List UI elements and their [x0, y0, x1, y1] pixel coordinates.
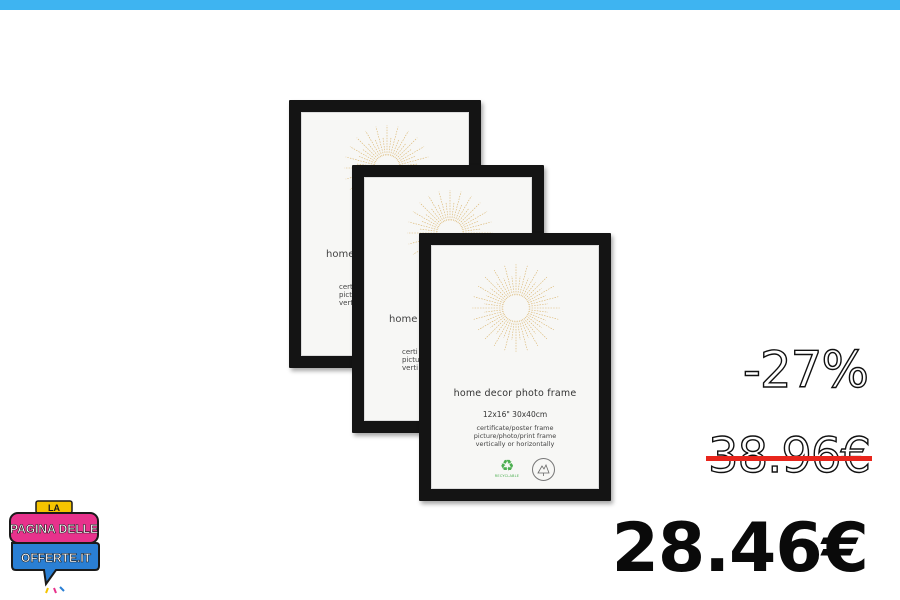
site-logo: LA PAGINA DELLE OFFERTE.IT — [9, 500, 100, 594]
frame-line: certi — [402, 348, 418, 356]
frame-mat: home decor photo frame 12x16" 30x40cm ce… — [431, 245, 599, 489]
logo-text-pagina-delle: PAGINA DELLE — [10, 522, 98, 536]
product-image: home certi pictu verti home d certi pict… — [280, 95, 620, 505]
eco-tree-icon — [532, 458, 555, 481]
recycle-label: RECYCLABLE — [494, 474, 520, 478]
frame-line: vertically or horizontally — [475, 440, 555, 448]
frame-line: picture/photo/print frame — [473, 432, 557, 440]
frame-line: certificate/poster frame — [476, 424, 554, 432]
frame-title: home decor photo frame — [453, 388, 577, 399]
logo-spark — [45, 587, 49, 594]
discount-percentage: -27% — [742, 340, 870, 399]
frame-title-partial: home — [326, 249, 355, 260]
frame-description: certificate/poster frame picture/photo/p… — [432, 424, 598, 448]
logo-text-offerte: OFFERTE.IT — [21, 551, 92, 565]
sunburst-decoration — [472, 264, 560, 352]
current-price: 28.46€ — [611, 509, 869, 588]
top-accent-bar — [0, 0, 900, 10]
recycle-badge: ♻ RECYCLABLE — [494, 456, 520, 479]
offer-card: home certi pictu verti home d certi pict… — [0, 0, 900, 600]
logo-text-la: LA — [48, 503, 60, 513]
logo-spark — [53, 587, 57, 594]
frame-line: pictu — [402, 356, 420, 364]
logo-spark — [59, 586, 65, 592]
old-price-container: 38.96€ — [706, 426, 872, 486]
old-price: 38.96€ — [706, 426, 872, 486]
photo-frame-front: home decor photo frame 12x16" 30x40cm ce… — [419, 233, 611, 501]
frame-line: verti — [402, 364, 419, 372]
recycle-icon: ♻ — [499, 456, 515, 475]
strikethrough-line — [706, 456, 872, 461]
frame-size: 12x16" 30x40cm — [482, 410, 548, 419]
frame-lines-partial: certi pictu verti — [402, 348, 419, 372]
